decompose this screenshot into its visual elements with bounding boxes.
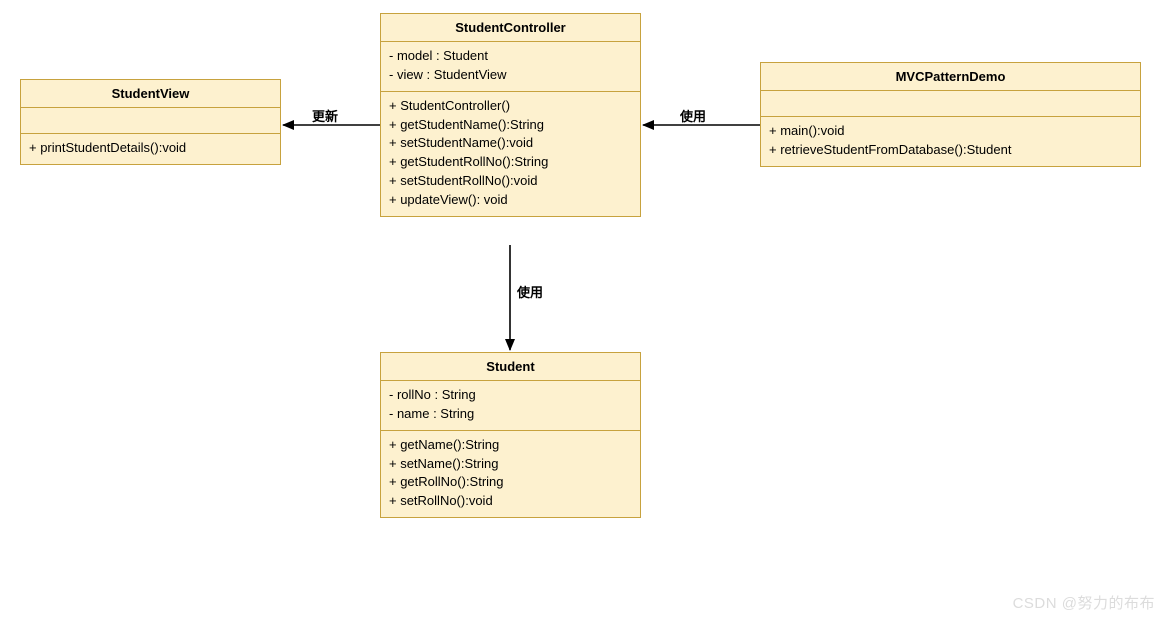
class-methods: + printStudentDetails():void — [21, 134, 280, 164]
attr: - rollNo : String — [389, 386, 632, 405]
method: + getName():String — [389, 436, 632, 455]
class-methods: + main():void + retrieveStudentFromDatab… — [761, 117, 1140, 166]
method: + StudentController() — [389, 97, 632, 116]
class-student-view: StudentView + printStudentDetails():void — [20, 79, 281, 165]
class-mvc-pattern-demo: MVCPatternDemo + main():void + retrieveS… — [760, 62, 1141, 167]
class-student-controller: StudentController - model : Student - vi… — [380, 13, 641, 217]
class-attrs: - model : Student - view : StudentView — [381, 42, 640, 92]
method: + getStudentRollNo():String — [389, 153, 632, 172]
method: + updateView(): void — [389, 191, 632, 210]
class-methods: + getName():String + setName():String + … — [381, 431, 640, 517]
class-title: StudentView — [21, 80, 280, 108]
class-title: Student — [381, 353, 640, 381]
class-attrs — [21, 108, 280, 134]
attr: - view : StudentView — [389, 66, 632, 85]
edge-label-update: 更新 — [312, 106, 338, 125]
class-methods: + StudentController() + getStudentName()… — [381, 92, 640, 216]
method: + setName():String — [389, 455, 632, 474]
method: + getStudentName():String — [389, 116, 632, 135]
method: + setRollNo():void — [389, 492, 632, 511]
class-title: StudentController — [381, 14, 640, 42]
method: + setStudentName():void — [389, 134, 632, 153]
watermark: CSDN @努力的布布 — [1013, 592, 1155, 613]
edge-label-use-down: 使用 — [517, 282, 543, 301]
class-title: MVCPatternDemo — [761, 63, 1140, 91]
class-student: Student - rollNo : String - name : Strin… — [380, 352, 641, 518]
attr: - name : String — [389, 405, 632, 424]
method: + setStudentRollNo():void — [389, 172, 632, 191]
edge-label-use-right: 使用 — [680, 106, 706, 125]
method: + main():void — [769, 122, 1132, 141]
class-attrs — [761, 91, 1140, 117]
class-attrs: - rollNo : String - name : String — [381, 381, 640, 431]
method: + printStudentDetails():void — [29, 139, 272, 158]
method: + retrieveStudentFromDatabase():Student — [769, 141, 1132, 160]
attr: - model : Student — [389, 47, 632, 66]
method: + getRollNo():String — [389, 473, 632, 492]
